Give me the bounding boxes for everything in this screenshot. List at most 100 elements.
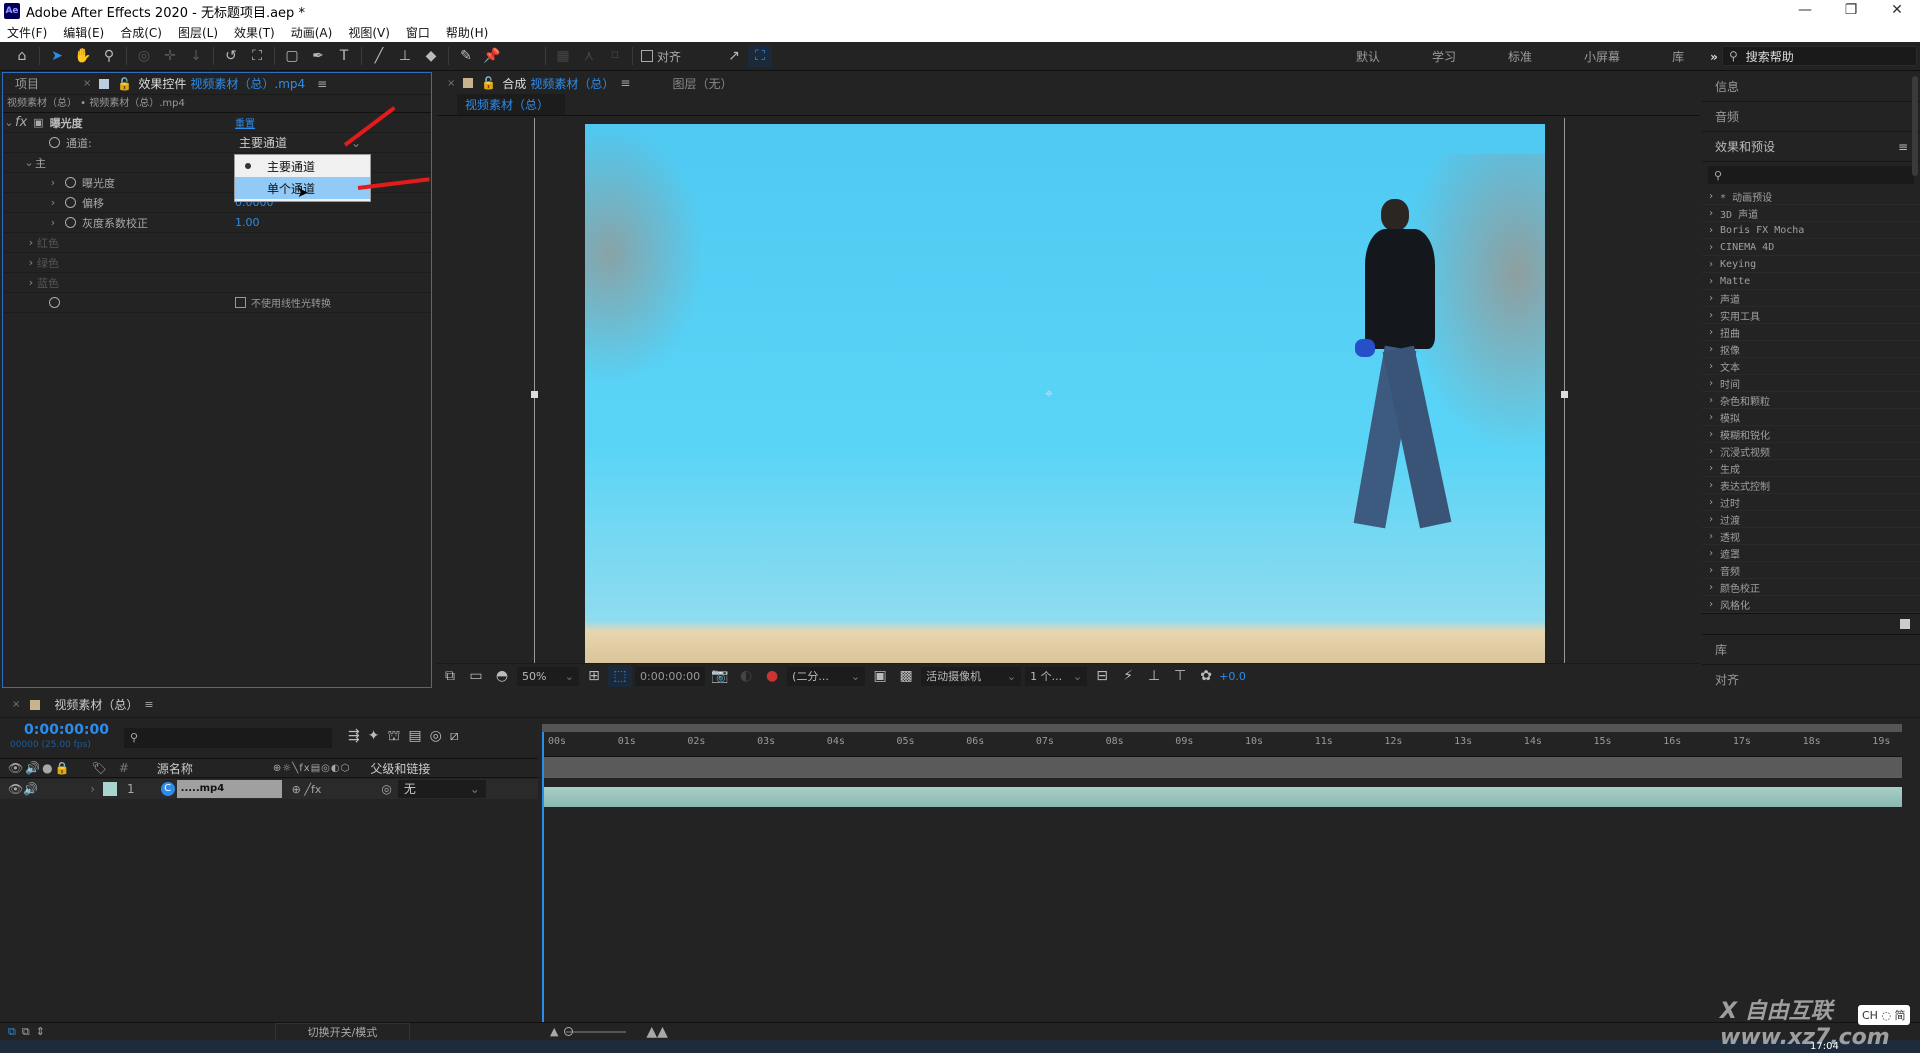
option-single-channel[interactable]: 单个通道 ➤ <box>235 177 370 201</box>
layer-duration-bar[interactable] <box>542 787 1902 807</box>
effect-category-item[interactable]: › 表达式控制 <box>1702 477 1920 494</box>
menu-layer[interactable]: 图层(L) <box>178 24 218 41</box>
effect-category-item[interactable]: › 过渡 <box>1702 511 1920 528</box>
composition-mini-flowchart-icon[interactable]: ⇶ <box>348 728 360 746</box>
effect-category-item[interactable]: › Boris FX Mocha <box>1702 222 1920 239</box>
expand-icon[interactable]: › <box>25 276 37 289</box>
expand-icon[interactable]: › <box>1708 225 1714 236</box>
expand-icon[interactable]: › <box>1708 361 1714 372</box>
parent-link-header[interactable]: 父级和链接 <box>370 760 430 777</box>
audio-panel-tab[interactable]: 音频 <box>1702 102 1920 132</box>
pick-whip-icon[interactable]: ◎ <box>381 782 391 796</box>
close-tab-icon[interactable]: × <box>83 78 91 89</box>
current-time-field[interactable]: 0:00:00:00 <box>635 666 706 686</box>
menu-animation[interactable]: 动画(A) <box>291 24 333 41</box>
zoom-in-icon[interactable]: ▲▲ <box>646 1024 668 1040</box>
motion-blur-icon[interactable]: ◎ <box>430 728 442 746</box>
panel-menu-icon[interactable]: ≡ <box>620 76 630 90</box>
expand-icon[interactable]: › <box>1708 259 1714 270</box>
panel-menu-icon[interactable]: ≡ <box>1898 140 1908 154</box>
snap-feature-icon[interactable]: ⛶ <box>748 45 773 67</box>
comp-subtab[interactable]: 视频素材（总） <box>457 94 566 115</box>
effect-category-item[interactable]: › 生成 <box>1702 460 1920 477</box>
effect-category-item[interactable]: › 遮罩 <box>1702 545 1920 562</box>
expand-icon[interactable]: › <box>1708 208 1714 219</box>
align-panel-tab[interactable]: 对齐 <box>1702 665 1920 695</box>
workspace-standard[interactable]: 标准 <box>1508 48 1532 65</box>
effect-category-item[interactable]: › 时间 <box>1702 375 1920 392</box>
effect-category-item[interactable]: › 模拟 <box>1702 409 1920 426</box>
zoom-select[interactable]: 50% ⌄ <box>517 666 579 686</box>
option-main-channel[interactable]: 主要通道 <box>235 155 370 177</box>
orbit-camera-icon[interactable]: ◎ <box>132 45 156 67</box>
layer-name[interactable]: .....mp4 <box>176 780 282 798</box>
info-panel-tab[interactable]: 信息 <box>1702 72 1920 102</box>
layer-switches-icons[interactable]: ⊕ ╱fx <box>292 783 322 796</box>
graph-editor-icon[interactable]: ⧄ <box>450 728 459 746</box>
expand-icon[interactable]: › <box>1708 344 1714 355</box>
expand-icon[interactable]: › <box>1708 242 1714 253</box>
timeline-search-input[interactable]: ⚲ <box>124 728 332 748</box>
effect-category-item[interactable]: › 实用工具 <box>1702 307 1920 324</box>
effect-category-item[interactable]: › 模糊和锐化 <box>1702 426 1920 443</box>
always-preview-icon[interactable]: ⧉ <box>438 665 462 687</box>
comp-viewer[interactable]: ⌖ <box>437 118 1700 664</box>
grid-guides-icon[interactable]: ⊞ <box>582 665 606 687</box>
effect-category-item[interactable]: › Keying <box>1702 256 1920 273</box>
work-area-bar[interactable] <box>542 724 1902 732</box>
toggle-pixel-aspect-icon[interactable]: ⊟ <box>1090 665 1114 687</box>
world-axis-icon[interactable]: ⋏ <box>577 45 601 67</box>
resize-handle[interactable] <box>531 391 538 398</box>
fast-previews-icon[interactable]: ▣ <box>868 665 892 687</box>
restore-button[interactable]: ❐ <box>1828 0 1874 22</box>
zoom-out-icon[interactable]: ▲ <box>550 1025 558 1038</box>
menu-window[interactable]: 窗口 <box>406 24 430 41</box>
expand-icon[interactable]: › <box>25 236 37 249</box>
timeline-icon[interactable]: ⊥ <box>1142 665 1166 687</box>
expand-icon[interactable]: › <box>1708 463 1714 474</box>
effect-category-item[interactable]: › Matte <box>1702 273 1920 290</box>
stretch-toggle-icon[interactable]: ⇕ <box>36 1025 45 1038</box>
time-graph[interactable]: 00s 01s 02s 03s 04s 05s 06s 07s 08s 09s 10s 11s 12s 1… <box>538 718 1920 1022</box>
visibility-icon[interactable]: 👁🔊 <box>8 782 38 796</box>
stopwatch-icon[interactable] <box>65 217 76 228</box>
expand-icon[interactable]: › <box>1708 582 1714 593</box>
effect-category-item[interactable]: › CINEMA 4D <box>1702 239 1920 256</box>
region-of-interest-icon[interactable]: ⬚ <box>608 665 632 687</box>
linear-checkbox[interactable] <box>235 297 246 308</box>
expand-icon[interactable]: › <box>1708 446 1714 457</box>
tab-effect-file[interactable]: 视频素材（总）.mp4 <box>190 75 305 92</box>
stopwatch-icon[interactable] <box>49 137 60 148</box>
draft-3d-icon[interactable]: ✦ <box>368 728 380 746</box>
effect-category-item[interactable]: › 音频 <box>1702 562 1920 579</box>
panel-menu-icon[interactable]: ≡ <box>317 77 327 91</box>
pen-tool-icon[interactable]: ✒ <box>306 45 330 67</box>
effect-category-item[interactable]: › * 动画预设 <box>1702 188 1920 205</box>
flowchart-icon[interactable]: ⊤ <box>1168 665 1192 687</box>
menu-view[interactable]: 视图(V) <box>348 24 390 41</box>
mask-visibility-icon[interactable]: ◓ <box>490 665 514 687</box>
menu-help[interactable]: 帮助(H) <box>446 24 488 41</box>
selection-tool-icon[interactable]: ➤ <box>45 45 69 67</box>
expand-icon[interactable]: › <box>1708 599 1714 610</box>
work-area-range[interactable] <box>542 756 1902 778</box>
expand-icon[interactable]: › <box>1708 378 1714 389</box>
expand-icon[interactable]: › <box>1708 565 1714 576</box>
expand-icon[interactable]: › <box>47 176 59 189</box>
dolly-camera-icon[interactable]: ↓ <box>184 45 208 67</box>
zoom-tool-icon[interactable]: ⚲ <box>97 45 121 67</box>
tab-project[interactable]: 项目 <box>15 75 39 92</box>
expand-icon[interactable]: › <box>1708 497 1714 508</box>
new-folder-icon[interactable] <box>1900 619 1910 629</box>
reset-exposure-icon[interactable]: ✿ <box>1194 665 1218 687</box>
anchor-tool-icon[interactable]: ⛶ <box>245 45 269 67</box>
fast-preview-mode-icon[interactable]: ⚡ <box>1116 665 1140 687</box>
toggle-switches-modes-button[interactable]: 切换开关/模式 <box>274 1022 410 1041</box>
effect-category-item[interactable]: › 文本 <box>1702 358 1920 375</box>
tab-comp-name[interactable]: 视频素材（总） <box>530 75 614 92</box>
expand-icon[interactable]: › <box>1708 412 1714 423</box>
resolution-select[interactable]: (二分... ⌄ <box>787 666 866 686</box>
expand-icon[interactable]: › <box>47 216 59 229</box>
expand-icon[interactable]: › <box>1708 429 1714 440</box>
more-workspaces-icon[interactable]: » <box>1710 50 1718 64</box>
